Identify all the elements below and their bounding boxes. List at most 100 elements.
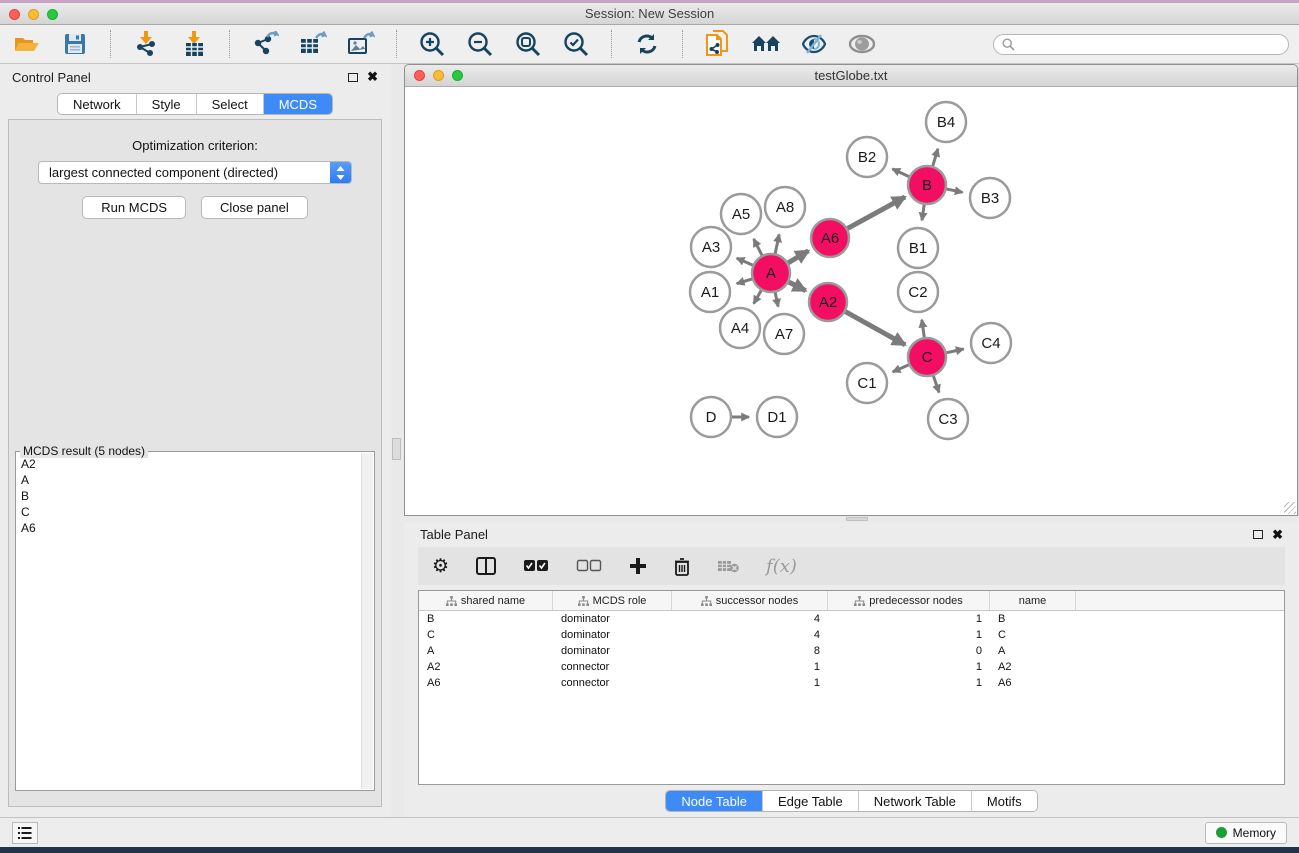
result-scrollbar[interactable] [361, 453, 373, 789]
edge-C-C3[interactable] [933, 375, 939, 392]
resize-grip-icon[interactable] [1284, 502, 1296, 514]
tab-network-table[interactable]: Network Table [858, 791, 971, 811]
column-header-successor-nodes[interactable]: successor nodes [672, 591, 828, 610]
birdseye-button[interactable] [845, 29, 879, 59]
edge-B-B3[interactable] [946, 189, 963, 193]
table-row[interactable]: A6connector11A6 [419, 675, 1284, 691]
horizontal-divider[interactable] [404, 516, 1299, 522]
network-close-button[interactable] [414, 70, 425, 81]
tab-motifs[interactable]: Motifs [971, 791, 1037, 811]
node-A4[interactable]: A4 [720, 308, 760, 348]
new-network-from-selection-button[interactable] [701, 29, 735, 59]
search-field[interactable] [993, 34, 1289, 55]
edge-A6-B[interactable] [847, 197, 905, 229]
close-table-panel-icon[interactable]: ✖ [1272, 530, 1283, 540]
node-C[interactable]: C [908, 338, 946, 376]
import-table-button[interactable] [177, 29, 211, 59]
search-input[interactable] [1019, 37, 1280, 51]
edge-C-C1[interactable] [893, 365, 910, 372]
network-graph[interactable]: AA1A2A3A4A5A6A7A8BB1B2B3B4CC1C2C3C4DD1 [405, 87, 1297, 515]
import-network-button[interactable] [129, 29, 163, 59]
node-A1[interactable]: A1 [690, 272, 730, 312]
mcds-result-list[interactable]: A2ABCA6 [21, 456, 361, 788]
export-table-button[interactable] [296, 29, 330, 59]
float-table-panel-icon[interactable] [1253, 530, 1263, 539]
result-item[interactable]: A [21, 472, 361, 488]
node-A6[interactable]: A6 [811, 219, 849, 257]
select-all-columns-button[interactable] [523, 559, 549, 573]
column-header-shared-name[interactable]: shared name [419, 591, 553, 610]
node-A5[interactable]: A5 [721, 194, 761, 234]
edge-A-A5[interactable] [754, 239, 763, 256]
close-panel-button[interactable]: Close panel [201, 196, 308, 219]
memory-button[interactable]: Memory [1205, 822, 1287, 844]
node-A2[interactable]: A2 [809, 283, 847, 321]
minimize-window-button[interactable] [28, 9, 39, 20]
tab-style[interactable]: Style [136, 94, 196, 114]
node-D[interactable]: D [691, 397, 731, 437]
run-mcds-button[interactable]: Run MCDS [82, 196, 186, 219]
table-row[interactable]: Adominator80A [419, 643, 1284, 659]
zoom-selected-button[interactable] [559, 29, 593, 59]
column-header-name[interactable]: name [990, 591, 1076, 610]
table-row[interactable]: Cdominator41C [419, 627, 1284, 643]
close-window-button[interactable] [9, 9, 20, 20]
node-A8[interactable]: A8 [765, 187, 805, 227]
open-session-button[interactable] [10, 29, 44, 59]
add-column-button[interactable] [629, 557, 647, 575]
result-item[interactable]: C [21, 504, 361, 520]
tab-node-table[interactable]: Node Table [666, 791, 762, 811]
delete-button[interactable] [674, 557, 690, 576]
network-minimize-button[interactable] [433, 70, 444, 81]
node-C4[interactable]: C4 [971, 323, 1011, 363]
edge-B-B1[interactable] [922, 204, 924, 220]
zoom-window-button[interactable] [47, 9, 58, 20]
edge-A-A8[interactable] [775, 234, 779, 254]
tab-select[interactable]: Select [196, 94, 263, 114]
hide-graphics-details-button[interactable] [797, 29, 831, 59]
node-A7[interactable]: A7 [764, 314, 804, 354]
deselect-all-columns-button[interactable] [576, 559, 602, 573]
node-C3[interactable]: C3 [928, 399, 968, 439]
edge-A-A3[interactable] [737, 258, 754, 265]
node-B[interactable]: B [908, 166, 946, 204]
network-canvas[interactable]: AA1A2A3A4A5A6A7A8BB1B2B3B4CC1C2C3C4DD1 [405, 87, 1297, 515]
edge-A-A4[interactable] [754, 290, 762, 304]
result-item[interactable]: B [21, 488, 361, 504]
result-item[interactable]: A2 [21, 456, 361, 472]
edge-A-A2[interactable] [788, 282, 806, 291]
node-C2[interactable]: C2 [898, 272, 938, 312]
panel-divider-grip[interactable] [392, 438, 401, 460]
tab-network[interactable]: Network [58, 94, 136, 114]
node-A3[interactable]: A3 [691, 227, 731, 267]
node-B2[interactable]: B2 [847, 137, 887, 177]
table-row[interactable]: A2connector11A2 [419, 659, 1284, 675]
close-panel-icon[interactable]: ✖ [367, 72, 378, 82]
network-zoom-button[interactable] [452, 70, 463, 81]
gear-button[interactable]: ⚙ [432, 557, 449, 576]
tab-edge-table[interactable]: Edge Table [762, 791, 858, 811]
refresh-button[interactable] [630, 29, 664, 59]
node-D1[interactable]: D1 [757, 397, 797, 437]
zoom-fit-button[interactable] [511, 29, 545, 59]
node-B4[interactable]: B4 [926, 102, 966, 142]
network-window-titlebar[interactable]: testGlobe.txt [405, 65, 1297, 87]
edge-A-A1[interactable] [737, 279, 753, 284]
node-B1[interactable]: B1 [898, 228, 938, 268]
column-header-MCDS-role[interactable]: MCDS role [553, 591, 672, 610]
export-image-button[interactable] [344, 29, 378, 59]
edge-A2-C[interactable] [845, 311, 906, 345]
edge-A-A7[interactable] [775, 292, 778, 307]
split-columns-button[interactable] [476, 557, 496, 575]
zoom-out-button[interactable] [463, 29, 497, 59]
panel-divider[interactable] [390, 64, 404, 817]
save-session-button[interactable] [58, 29, 92, 59]
table-row[interactable]: Bdominator41B [419, 611, 1284, 627]
node-table[interactable]: shared nameMCDS rolesuccessor nodesprede… [418, 590, 1285, 785]
node-B3[interactable]: B3 [970, 178, 1010, 218]
horizontal-divider-grip[interactable] [846, 517, 868, 521]
float-panel-icon[interactable] [348, 73, 358, 82]
export-network-button[interactable] [248, 29, 282, 59]
tab-mcds[interactable]: MCDS [263, 94, 332, 114]
task-history-button[interactable] [12, 822, 38, 844]
